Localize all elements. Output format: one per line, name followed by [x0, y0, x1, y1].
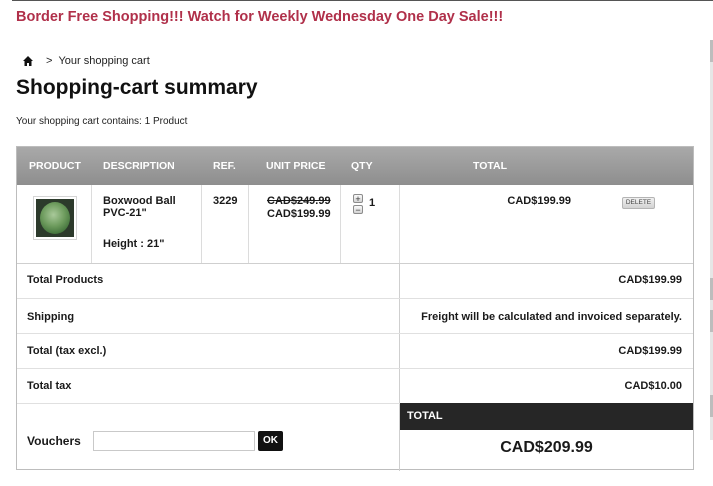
breadcrumb: > Your shopping cart — [22, 55, 150, 67]
shipping-row: Shipping Freight will be calculated and … — [17, 298, 693, 334]
quantity-up-button[interactable]: + — [353, 194, 363, 204]
product-name[interactable]: Boxwood Ball PVC-21" — [103, 195, 189, 219]
total-tax-row: Total tax CAD$10.00 — [17, 368, 693, 404]
promo-banner[interactable]: Border Free Shopping!!! Watch for Weekly… — [16, 9, 503, 25]
product-ref: 3229 — [213, 195, 238, 207]
total-tax-excl-label: Total (tax excl.) — [27, 345, 107, 357]
column-divider — [91, 185, 92, 263]
quantity-down-button[interactable]: − — [353, 205, 363, 215]
product-description: Boxwood Ball PVC-21" Height : 21" — [103, 195, 189, 250]
total-tax-excl-value: CAD$199.99 — [618, 345, 682, 357]
total-products-value: CAD$199.99 — [618, 274, 682, 286]
total-tax-label: Total tax — [27, 380, 72, 392]
line-total: CAD$199.99 — [507, 195, 571, 207]
quantity-value: 1 — [369, 197, 376, 209]
total-tax-excl-row: Total (tax excl.) CAD$199.99 — [17, 333, 693, 369]
total-header: TOTAL — [400, 403, 693, 430]
page-title: Shopping-cart summary — [16, 76, 258, 99]
shipping-label: Shipping — [27, 311, 75, 323]
product-thumbnail[interactable] — [33, 196, 77, 240]
column-divider — [399, 185, 400, 263]
voucher-input[interactable] — [93, 431, 255, 451]
header-product: PRODUCT — [29, 160, 81, 172]
home-icon[interactable] — [22, 55, 34, 67]
column-divider — [340, 185, 341, 263]
boxwood-ball-image — [36, 199, 74, 237]
header-ref: REF. — [213, 160, 236, 172]
total-products-label: Total Products — [27, 274, 104, 286]
header-total: TOTAL — [473, 160, 508, 172]
table-header: PRODUCT DESCRIPTION REF. UNIT PRICE QTY … — [17, 147, 693, 185]
cart-summary-table: PRODUCT DESCRIPTION REF. UNIT PRICE QTY … — [16, 146, 694, 471]
total-header-label: TOTAL — [407, 410, 443, 422]
column-divider — [201, 185, 202, 263]
vouchers-label: Vouchers — [27, 434, 81, 448]
cart-item-row: Boxwood Ball PVC-21" Height : 21" 3229 C… — [17, 185, 693, 264]
header-unit-price: UNIT PRICE — [266, 160, 326, 172]
old-price: CAD$249.99 — [267, 195, 331, 207]
total-products-row: Total Products CAD$199.99 — [17, 263, 693, 299]
header-description: DESCRIPTION — [103, 160, 175, 172]
delete-button[interactable]: DELETE — [622, 197, 655, 209]
breadcrumb-separator: > — [46, 55, 53, 67]
column-divider — [248, 185, 249, 263]
grand-total: CAD$209.99 — [500, 439, 593, 456]
cart-count-text: Your shopping cart contains: 1 Product — [16, 116, 188, 127]
voucher-ok-button[interactable]: OK — [258, 431, 283, 451]
breadcrumb-current: Your shopping cart — [58, 55, 150, 67]
total-tax-value: CAD$10.00 — [624, 380, 682, 392]
shipping-value: Freight will be calculated and invoiced … — [421, 311, 682, 323]
header-qty: QTY — [351, 160, 373, 172]
unit-price: CAD$199.99 — [267, 208, 331, 220]
product-height: Height : 21" — [103, 238, 165, 250]
top-divider — [12, 0, 713, 1]
